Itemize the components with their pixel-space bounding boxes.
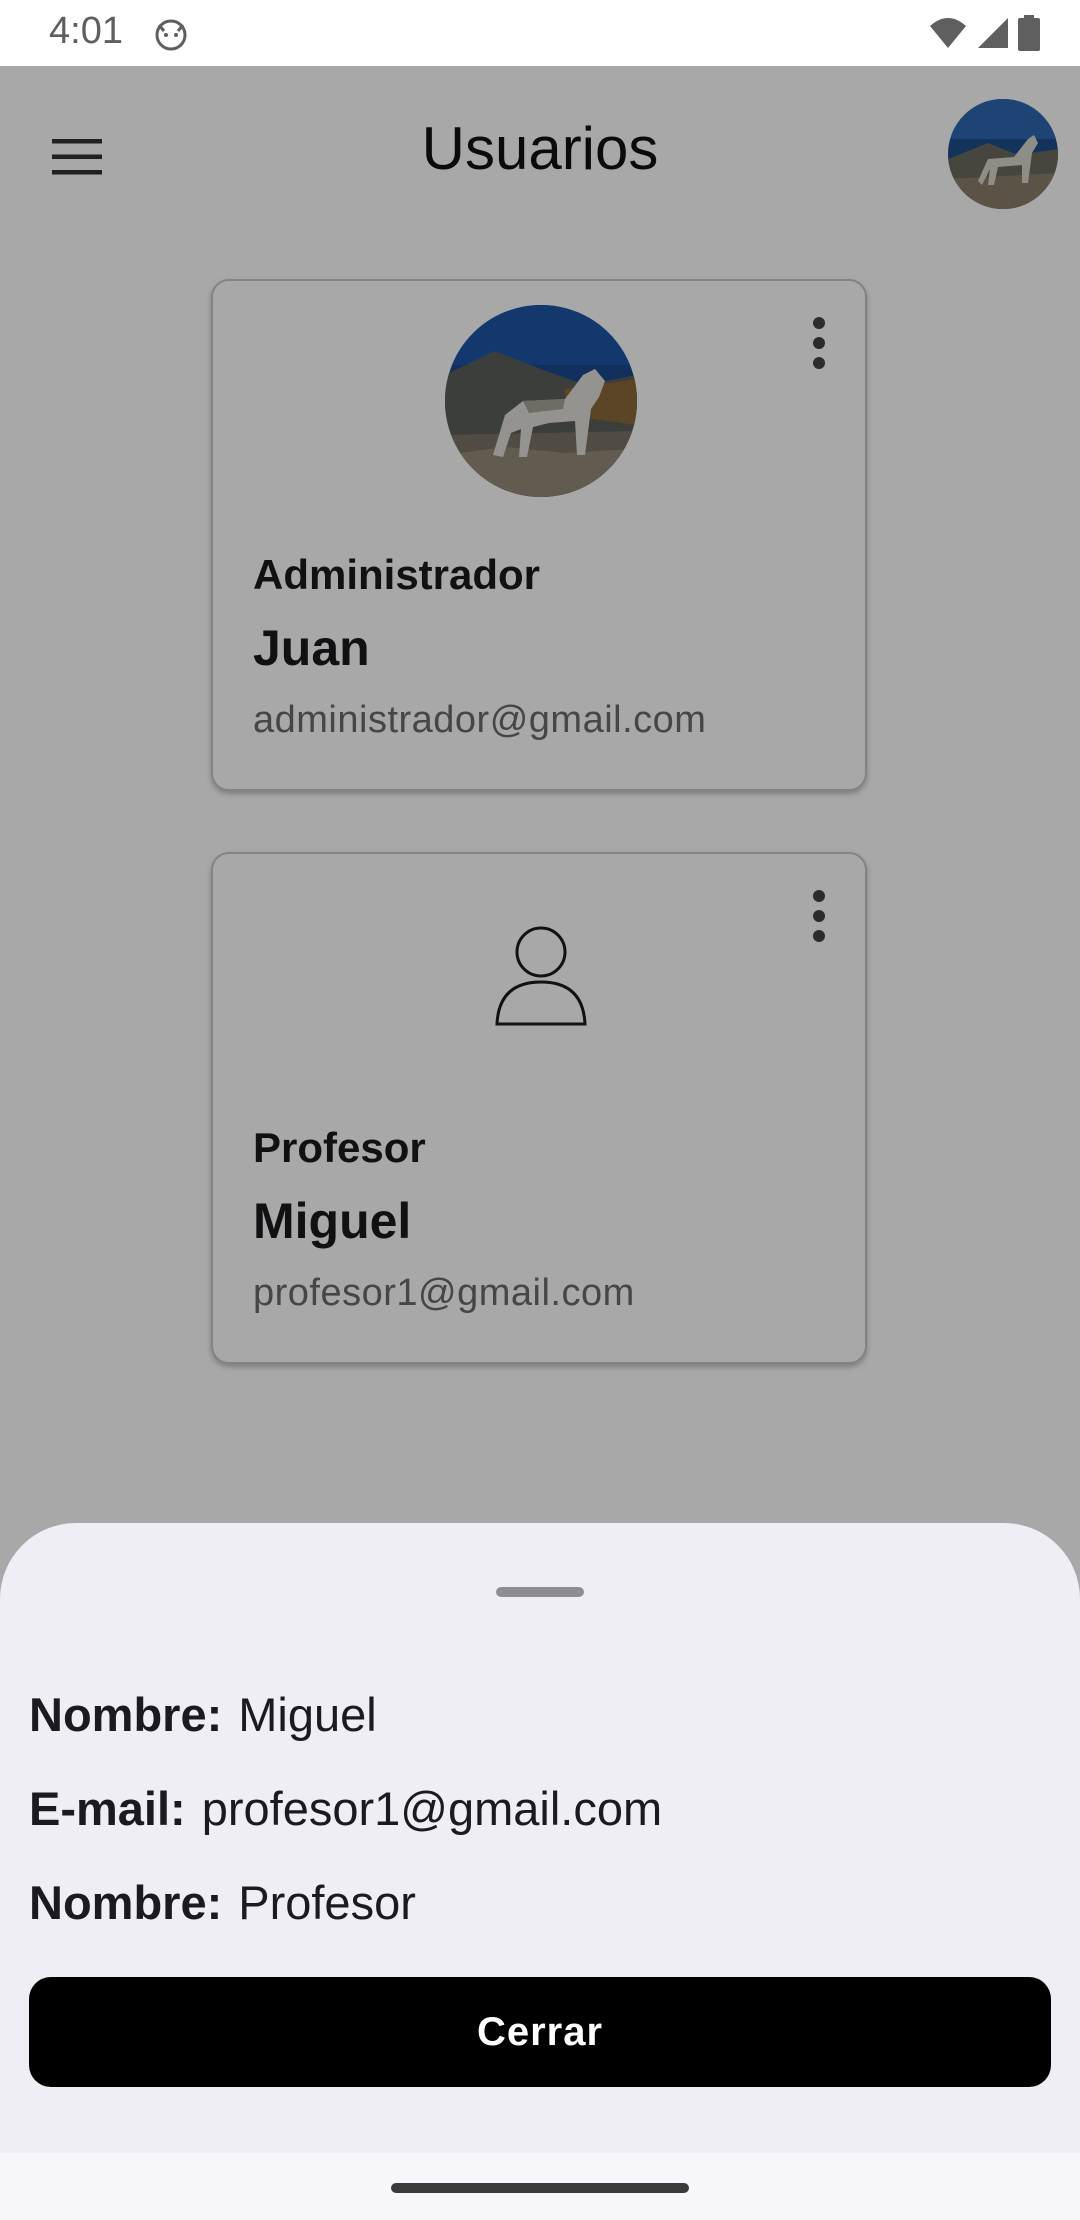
battery-icon [1018, 15, 1040, 51]
cat-face-icon [155, 19, 187, 51]
status-icons [928, 14, 1040, 52]
screen: 4:01 Usuarios Administrador Juan adminis… [0, 0, 1080, 2220]
drag-handle[interactable] [496, 1587, 584, 1597]
detail-email-value: profesor1@gmail.com [201, 1782, 663, 1835]
home-indicator[interactable] [391, 2183, 689, 2193]
detail-name-value: Miguel [238, 1688, 377, 1741]
detail-email-label: E-mail: [29, 1782, 186, 1835]
status-time: 4:01 [49, 10, 123, 52]
detail-role-label: Nombre: [29, 1876, 223, 1929]
detail-name: Nombre: Miguel [29, 1687, 377, 1742]
wifi-icon [930, 18, 966, 48]
status-bar: 4:01 [0, 0, 1080, 66]
detail-role-value: Profesor [238, 1876, 416, 1929]
close-button[interactable]: Cerrar [29, 1977, 1051, 2087]
bottom-sheet: Nombre: Miguel E-mail: profesor1@gmail.com… [0, 1523, 1080, 2153]
system-nav-bar [0, 2153, 1080, 2220]
detail-role: Nombre: Profesor [29, 1875, 416, 1930]
detail-email: E-mail: profesor1@gmail.com [29, 1781, 662, 1836]
detail-name-label: Nombre: [29, 1688, 223, 1741]
cell-signal-icon [978, 18, 1008, 48]
